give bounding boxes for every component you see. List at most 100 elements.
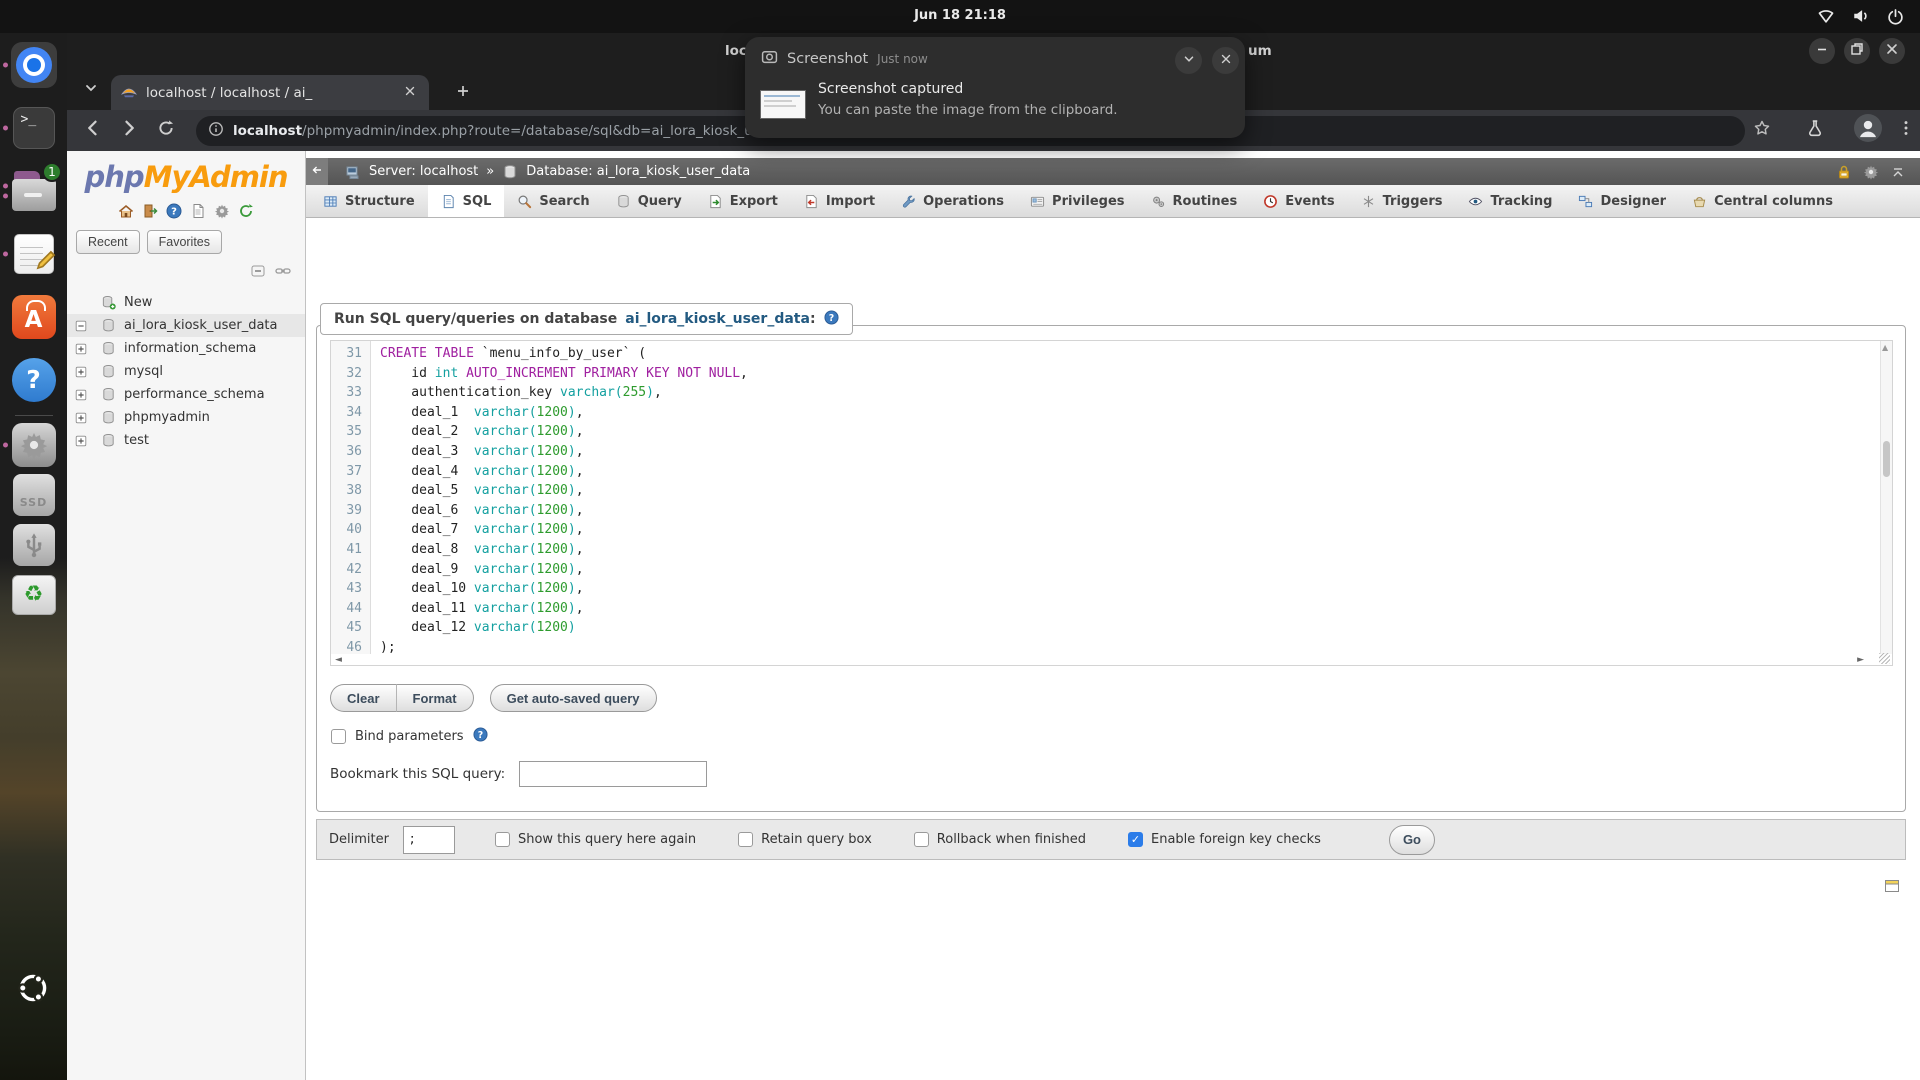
tree-expander-icon[interactable] <box>73 318 89 334</box>
code-area[interactable]: CREATE TABLE `menu_info_by_user` ( id in… <box>371 341 1880 654</box>
dock-item-gedit[interactable] <box>0 222 67 285</box>
tree-item-information_schema[interactable]: information_schema <box>67 337 305 360</box>
show-apps-button[interactable] <box>17 972 49 1008</box>
restore-button[interactable] <box>1844 38 1870 64</box>
ssl-lock-icon[interactable] <box>1836 164 1852 180</box>
format-button[interactable]: Format <box>395 684 474 712</box>
bind-parameters-checkbox[interactable] <box>331 729 346 744</box>
codemirror[interactable]: 31 32 33 34 35 36 37 38 39 40 41 42 43 44 45 46 CREATE … <box>331 341 1880 654</box>
editor-vertical-scrollbar[interactable]: ▲ <box>1880 341 1892 654</box>
dock-item-usb[interactable] <box>0 520 67 570</box>
profile-button[interactable] <box>1854 114 1882 142</box>
go-button[interactable]: Go <box>1388 824 1435 855</box>
breadcrumb-server[interactable]: Server: localhost <box>369 164 478 179</box>
reload-navigation-icon[interactable] <box>238 203 254 219</box>
pma-tab-triggers[interactable]: Triggers <box>1348 185 1456 217</box>
dock-item-terminal[interactable]: >_ <box>0 96 67 159</box>
bookmark-input[interactable] <box>519 761 708 787</box>
sql-editor[interactable]: 31 32 33 34 35 36 37 38 39 40 41 42 43 44 45 46 CREATE … <box>330 340 1893 666</box>
pma-tab-export[interactable]: Export <box>695 185 791 217</box>
dock-item-settings[interactable] <box>0 420 67 470</box>
tab-search-button[interactable] <box>80 79 102 101</box>
checkbox[interactable]: ✓ <box>1128 832 1143 847</box>
dock-item-ssd[interactable]: SSD <box>0 470 67 520</box>
dock-item-help[interactable]: ? <box>0 348 67 411</box>
tree-item-performance_schema[interactable]: performance_schema <box>67 383 305 406</box>
scroll-left-arrow[interactable]: ◄ <box>335 655 342 665</box>
breadcrumb-database[interactable]: Database: ai_lora_kiosk_user_data <box>526 164 750 179</box>
checkbox[interactable] <box>738 832 754 847</box>
dock-item-app-center[interactable]: A <box>0 285 67 348</box>
pma-tab-sql[interactable]: SQL <box>427 185 505 217</box>
dock-item-chromium[interactable] <box>0 33 67 96</box>
pma-tab-events[interactable]: Events <box>1250 185 1347 217</box>
tree-item-New[interactable]: New <box>67 291 305 314</box>
collapse-all-icon[interactable] <box>250 263 266 283</box>
back-button[interactable] <box>81 118 105 142</box>
tree-expander-icon[interactable] <box>73 410 89 426</box>
help-icon[interactable]: ? <box>166 203 182 219</box>
settings-gear-icon[interactable] <box>1863 164 1879 180</box>
pma-tab-search[interactable]: Search <box>504 185 602 217</box>
scroll-top-icon[interactable] <box>1890 164 1906 180</box>
tab-close-button[interactable] <box>401 84 419 102</box>
link-with-main-icon[interactable] <box>275 263 291 283</box>
tree-item-phpmyadmin[interactable]: phpmyadmin <box>67 406 305 429</box>
clock[interactable]: Jun 18 21:18 <box>0 8 1920 23</box>
favorites-dropdown[interactable]: Favorites <box>146 230 223 254</box>
pma-tab-operations[interactable]: Operations <box>888 185 1017 217</box>
tree-item-ai_lora_kiosk_user_data[interactable]: ai_lora_kiosk_user_data <box>67 314 305 337</box>
checkbox[interactable] <box>494 832 510 847</box>
new-tab-button[interactable] <box>452 82 474 104</box>
scrollbar-thumb[interactable] <box>1883 441 1890 477</box>
logout-icon[interactable] <box>142 203 158 219</box>
notification-expand-button[interactable] <box>1175 47 1202 74</box>
editor-resize-grip[interactable] <box>1879 653 1890 664</box>
notification-close-button[interactable] <box>1212 47 1239 74</box>
site-info-icon[interactable] <box>208 121 224 141</box>
tree-expander-icon[interactable] <box>73 433 89 449</box>
minimize-button[interactable] <box>1809 38 1835 64</box>
home-icon[interactable] <box>118 203 134 219</box>
pma-tab-import[interactable]: Import <box>791 185 888 217</box>
delimiter-input[interactable] <box>402 825 455 854</box>
pma-tab-central-columns[interactable]: Central columns <box>1679 185 1846 217</box>
pma-tab-structure[interactable]: Structure <box>310 185 428 217</box>
tree-item-mysql[interactable]: mysql <box>67 360 305 383</box>
browser-menu-button[interactable] <box>1894 118 1918 142</box>
pma-tab-tracking[interactable]: Tracking <box>1455 185 1565 217</box>
checkbox[interactable] <box>913 832 929 847</box>
pma-tab-designer[interactable]: Designer <box>1565 185 1679 217</box>
dock-item-trash[interactable]: ♻ <box>0 570 67 620</box>
help-icon[interactable]: ? <box>473 727 488 746</box>
reload-button[interactable] <box>154 118 178 142</box>
dock-item-files[interactable]: 1 <box>0 159 67 222</box>
browser-tab[interactable]: localhost / localhost / ai_ <box>111 75 429 110</box>
pma-tab-privileges[interactable]: Privileges <box>1017 185 1137 217</box>
screenshot-notification[interactable]: Screenshot Just now Screenshot captured … <box>745 37 1245 138</box>
docs-icon[interactable] <box>190 203 206 219</box>
bookmark-star-button[interactable] <box>1750 118 1774 142</box>
forward-button[interactable] <box>117 118 141 142</box>
system-tray[interactable] <box>1817 7 1904 25</box>
tree-expander-icon[interactable] <box>73 341 89 357</box>
pma-logo[interactable]: phpMyAdmin <box>67 160 305 194</box>
tree-expander-icon[interactable] <box>73 364 89 380</box>
legend-database-link[interactable]: ai_lora_kiosk_user_data: <box>625 311 815 327</box>
experiments-button[interactable] <box>1803 118 1827 142</box>
screenshot-thumbnail[interactable] <box>760 90 806 119</box>
help-icon[interactable]: ? <box>824 309 839 329</box>
tree-item-test[interactable]: test <box>67 429 305 452</box>
tree-expander-icon[interactable] <box>73 387 89 403</box>
close-button[interactable] <box>1879 38 1905 64</box>
scrollbar-up-arrow[interactable]: ▲ <box>1882 343 1888 352</box>
get-autosaved-query-button[interactable]: Get auto-saved query <box>489 684 657 712</box>
pma-tab-query[interactable]: Query <box>603 185 695 217</box>
pma-tab-routines[interactable]: Routines <box>1138 185 1251 217</box>
clear-button[interactable]: Clear <box>330 684 396 712</box>
settings-icon[interactable] <box>214 203 230 219</box>
panel-collapse-button[interactable] <box>306 158 328 185</box>
query-window-icon[interactable] <box>1884 878 1900 894</box>
recent-dropdown[interactable]: Recent <box>76 230 140 254</box>
scroll-right-arrow[interactable]: ► <box>1857 655 1864 665</box>
